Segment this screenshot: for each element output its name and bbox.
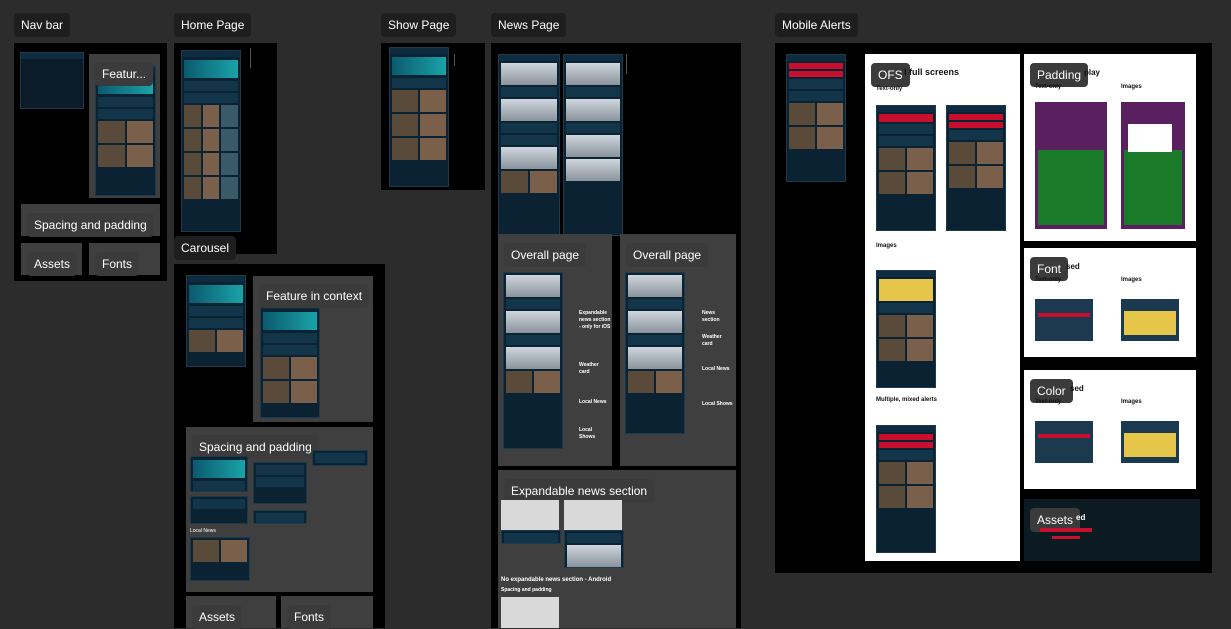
section-label-show-page[interactable]: Show Page [381,13,457,37]
carousel-spacing-phone-1 [190,456,248,492]
alerts-font-alert-1 [1035,299,1093,341]
alerts-ofs-multiple: Multiple, mixed alerts [876,397,938,403]
alerts-ofs-phone-1 [876,105,936,231]
carousel-feature-phone [260,302,320,418]
news-android-ann-4: Local Shows [702,401,733,407]
home-page-phone [181,50,241,232]
home-notes [250,48,275,68]
carousel-spacing-phone-4 [190,496,248,524]
alerts-assets-title: ed [1076,513,1086,522]
news-phone-2 [563,54,623,236]
nav-fonts-tag[interactable]: Fonts [95,252,140,276]
nav-bar-mock [20,52,84,109]
carousel-spacing-phone-5 [253,510,307,524]
news-expandable-phone-1 [501,530,561,544]
news-phone-1 [498,54,560,236]
news-android-ann-3: Local News [702,366,730,372]
carousel-phone-1 [186,275,246,367]
carousel-assets-tag[interactable]: Assets [192,605,243,629]
news-spacing-label: Spacing and padding [501,587,552,593]
news-expandable-placeholder-1 [501,500,559,530]
news-overall-ios-phone [503,272,563,449]
news-overall-android-tag[interactable]: Overall page [626,243,709,267]
alerts-padding-green-1 [1038,150,1104,225]
alerts-overview-phone [786,54,846,182]
news-expandable-placeholder-2 [564,500,622,530]
nav-feature-tag[interactable]: Featur... [95,62,154,86]
section-label-home-page[interactable]: Home Page [174,13,252,37]
alerts-ofs-phone-2 [946,105,1006,231]
nav-spacing-tag[interactable]: Spacing and padding [27,213,154,237]
alerts-color-image [1124,433,1176,457]
alerts-color-text-only: Text-only [1035,399,1062,405]
alerts-padding-images: Images [1121,84,1142,90]
news-no-expandable-label: No expandable news section - Android [501,577,612,583]
alerts-font-redbar [1038,313,1090,317]
alerts-font-images: Images [1121,277,1142,283]
carousel-spacing-phone-6 [190,537,250,581]
alerts-assets-redbar-2 [1052,536,1080,539]
alerts-font-title: sed [1066,262,1080,271]
alerts-ofs-images: Images [876,243,897,249]
alerts-ofs-phone-4 [876,425,936,553]
section-label-news-page[interactable]: News Page [491,13,567,37]
alerts-padding-dialog [1128,124,1172,152]
news-ios-ann-4: Local Shows [579,427,596,440]
carousel-spacing-phone-3 [312,450,368,466]
carousel-feature-tag[interactable]: Feature in context [259,284,370,308]
news-notes [626,54,677,74]
news-ios-ann-3: Local News [579,399,607,405]
carousel-fonts-tag[interactable]: Fonts [287,605,332,629]
news-expandable-phone-2 [564,530,624,568]
news-overall-ios-tag[interactable]: Overall page [504,243,587,267]
news-overall-android-phone [625,272,685,434]
section-label-carousel[interactable]: Carousel [174,236,237,260]
alerts-color-alert-1 [1035,421,1093,463]
news-ios-ann-1: Expandable news section - only for iOS [579,310,611,330]
alerts-ofs-phone-3 [876,270,936,388]
news-ios-ann-2: Weather card [579,362,599,375]
news-spacing-placeholder [501,597,559,628]
carousel-spacing-phone-2 [253,462,307,504]
news-android-ann-1: News section [702,310,720,323]
alerts-assets-redbar-1 [1040,528,1092,532]
alerts-ofs-title: l full screens [904,67,960,77]
section-label-nav-bar[interactable]: Nav bar [14,13,71,37]
alerts-font-image [1124,311,1176,335]
alerts-font-text-only: Text-only [1035,277,1062,283]
show-notes [454,54,481,66]
alerts-color-title: sed [1070,384,1084,393]
nav-assets-tag[interactable]: Assets [27,252,78,276]
alerts-color-images: Images [1121,399,1142,405]
alerts-padding-green-2 [1124,150,1182,225]
news-android-ann-2: Weather card [702,334,722,347]
carousel-local-news-label: Local News [190,528,216,534]
show-page-phone [389,47,449,187]
alerts-ofs-text-only: Text-only [876,86,903,92]
alerts-padding-text-only: Text-only [1035,84,1062,90]
alerts-padding-title: play [1084,68,1101,77]
alerts-color-redbar [1038,434,1090,438]
section-label-mobile-alerts[interactable]: Mobile Alerts [775,13,858,37]
